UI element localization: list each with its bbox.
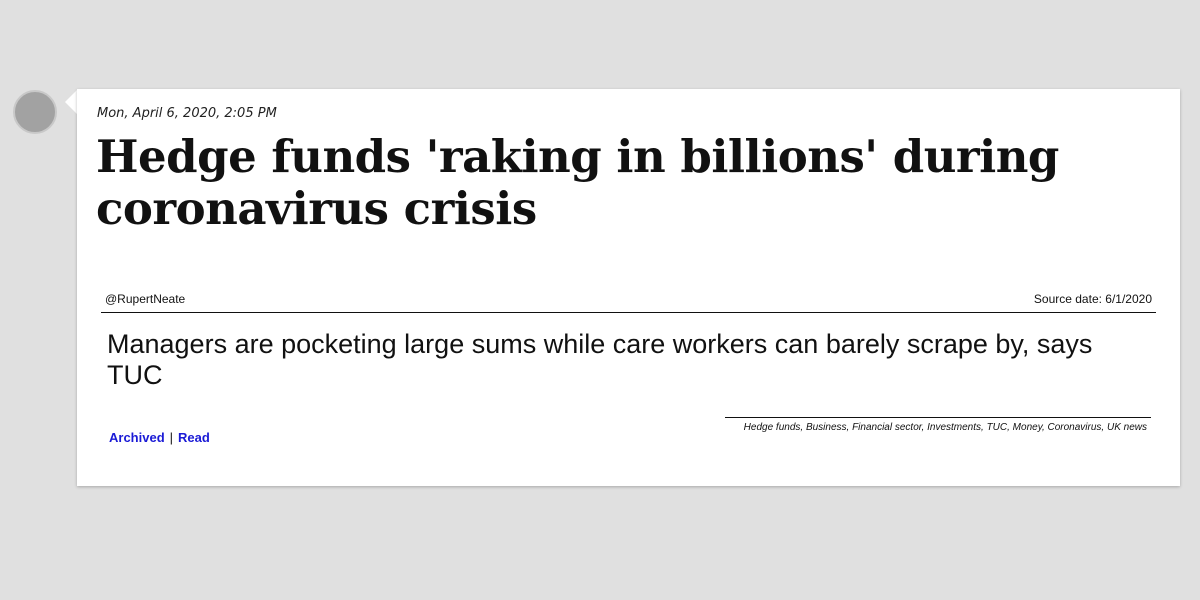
card-pointer xyxy=(65,90,77,114)
archived-link[interactable]: Archived xyxy=(109,430,165,445)
tags: Hedge funds, Business, Financial sector,… xyxy=(725,417,1151,434)
divider xyxy=(101,312,1156,313)
avatar xyxy=(13,90,57,134)
headline: Hedge funds 'raking in billions' during … xyxy=(96,130,1059,235)
post-card: Mon, April 6, 2020, 2:05 PM Hedge funds … xyxy=(77,89,1180,486)
read-link[interactable]: Read xyxy=(178,430,210,445)
post-date: Mon, April 6, 2020, 2:05 PM xyxy=(97,106,277,121)
action-links: Archived | Read xyxy=(109,430,210,445)
subtitle: Managers are pocketing large sums while … xyxy=(107,329,1093,390)
author-handle: @RupertNeate xyxy=(105,292,186,306)
source-date: Source date: 6/1/2020 xyxy=(1033,292,1152,306)
link-separator: | xyxy=(169,430,174,445)
